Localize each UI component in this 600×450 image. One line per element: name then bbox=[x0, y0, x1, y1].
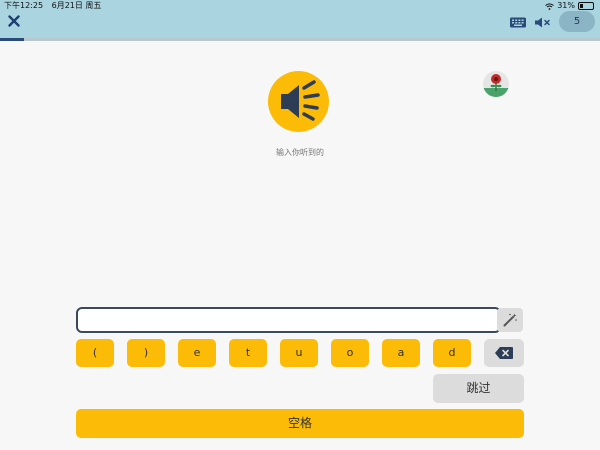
key-button[interactable]: e bbox=[178, 339, 216, 367]
status-date: 6月21日 周五 bbox=[51, 1, 102, 10]
key-button[interactable]: u bbox=[280, 339, 318, 367]
magic-wand-icon bbox=[503, 313, 517, 327]
answer-input[interactable] bbox=[76, 307, 501, 333]
magic-wand-button[interactable] bbox=[497, 308, 523, 332]
key-button[interactable]: d bbox=[433, 339, 471, 367]
status-bar: 下午12:25 6月21日 周五 31% bbox=[0, 0, 600, 12]
battery-icon bbox=[578, 2, 594, 10]
space-button[interactable]: 空格 bbox=[76, 409, 524, 438]
key-button[interactable]: o bbox=[331, 339, 369, 367]
backspace-icon bbox=[495, 347, 513, 359]
progress-fill bbox=[0, 38, 24, 41]
flower-icon bbox=[483, 74, 509, 97]
close-icon bbox=[8, 15, 20, 27]
play-audio-button[interactable] bbox=[268, 71, 329, 132]
speaker-mute-icon bbox=[535, 17, 550, 28]
keyboard-button[interactable] bbox=[509, 14, 527, 28]
wifi-icon bbox=[545, 2, 555, 10]
status-left: 下午12:25 6月21日 周五 bbox=[4, 0, 107, 12]
speaker-icon bbox=[281, 80, 320, 121]
key-button[interactable]: ) bbox=[127, 339, 165, 367]
mute-button[interactable] bbox=[534, 14, 552, 28]
key-button[interactable]: ( bbox=[76, 339, 114, 367]
key-button[interactable]: t bbox=[229, 339, 267, 367]
skip-button[interactable]: 跳过 bbox=[433, 374, 524, 403]
avatar[interactable] bbox=[483, 71, 509, 97]
status-time: 下午12:25 bbox=[4, 1, 44, 10]
close-button[interactable] bbox=[6, 13, 22, 29]
keyboard-icon bbox=[510, 17, 526, 28]
key-button[interactable]: a bbox=[382, 339, 420, 367]
prompt-text: 输入你听到的 bbox=[276, 148, 324, 157]
backspace-button[interactable] bbox=[484, 339, 524, 367]
progress-bar bbox=[0, 38, 600, 41]
count-badge: 5 bbox=[559, 11, 595, 32]
